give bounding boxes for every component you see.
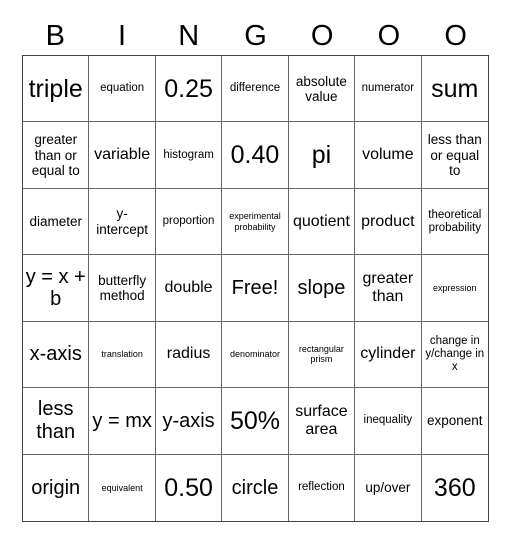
bingo-cell[interactable]: experimental probability	[222, 188, 289, 256]
bingo-cell[interactable]: y = mx	[89, 388, 156, 455]
bingo-cell[interactable]: 0.25	[155, 56, 223, 123]
bingo-cell[interactable]: histogram	[155, 122, 223, 189]
bingo-cell[interactable]: quotient	[288, 188, 356, 256]
bingo-cell[interactable]: less than or equal to	[421, 122, 488, 189]
bingo-cell[interactable]: diameter	[23, 188, 90, 256]
bingo-cell[interactable]: numerator	[355, 56, 422, 123]
bingo-cell[interactable]: less than	[23, 388, 90, 455]
bingo-cell[interactable]: translation	[89, 321, 156, 389]
header-letter-o2: O	[377, 20, 401, 52]
bingo-cell[interactable]: variable	[89, 122, 156, 189]
bingo-cell[interactable]: double	[155, 255, 223, 322]
bingo-cell[interactable]: butterfly method	[89, 255, 156, 322]
bingo-cell[interactable]: equation	[89, 56, 156, 123]
bingo-cell[interactable]: pi	[288, 122, 356, 189]
bingo-cell[interactable]: 360	[422, 455, 488, 521]
bingo-cell[interactable]: surface area	[288, 388, 356, 455]
bingo-cell[interactable]: change in y/change in x	[421, 322, 488, 389]
bingo-cell[interactable]: y = x + b	[23, 255, 90, 322]
bingo-cell[interactable]: difference	[222, 56, 289, 123]
header-letter-o3: O	[444, 20, 467, 52]
bingo-cell[interactable]: cylinder	[355, 321, 422, 389]
bingo-cell[interactable]: volume	[355, 122, 422, 189]
header-letter-g: G	[244, 20, 267, 52]
bingo-cell[interactable]: 0.50	[156, 454, 223, 521]
bingo-cell[interactable]: sum	[421, 56, 488, 123]
bingo-cell[interactable]: y-axis	[155, 388, 223, 455]
bingo-cell[interactable]: proportion	[155, 188, 223, 256]
bingo-cell[interactable]: greater than or equal to	[23, 122, 90, 189]
bingo-cell[interactable]: rectangular prism	[288, 321, 356, 389]
bingo-cell[interactable]: denominator	[222, 321, 289, 389]
bingo-cell[interactable]: exponent	[421, 388, 488, 455]
bingo-cell[interactable]: slope	[288, 255, 356, 322]
bingo-cell[interactable]: theoretical probability	[421, 189, 488, 256]
bingo-cell[interactable]: 50%	[222, 388, 289, 455]
header-letter-o1: O	[310, 20, 334, 52]
bingo-cell[interactable]: expression	[421, 255, 488, 322]
bingo-cell[interactable]: inequality	[355, 388, 422, 455]
bingo-cell[interactable]: absolute value	[288, 56, 356, 123]
bingo-cell[interactable]: y-intercept	[89, 188, 156, 256]
bingo-cell[interactable]: equivalent	[89, 454, 156, 521]
free-space[interactable]: Free!	[222, 255, 289, 322]
bingo-cell[interactable]: x-axis	[23, 321, 90, 389]
bingo-board: triple equation 0.25 difference absolute…	[22, 55, 489, 522]
bingo-header: B I N G O O O	[22, 18, 489, 54]
bingo-cell[interactable]: greater than	[355, 255, 422, 322]
bingo-cell[interactable]: reflection	[289, 454, 356, 521]
bingo-cell[interactable]: triple	[23, 56, 90, 123]
bingo-cell[interactable]: 0.40	[222, 122, 289, 189]
header-letter-b: B	[45, 20, 66, 52]
bingo-cell[interactable]: product	[355, 188, 422, 256]
bingo-cell[interactable]: radius	[155, 321, 223, 389]
header-letter-n: N	[178, 20, 200, 52]
bingo-cell[interactable]: up/over	[355, 454, 422, 521]
bingo-cell[interactable]: origin	[23, 454, 90, 521]
bingo-cell[interactable]: circle	[222, 454, 289, 521]
header-letter-i: I	[118, 20, 127, 52]
